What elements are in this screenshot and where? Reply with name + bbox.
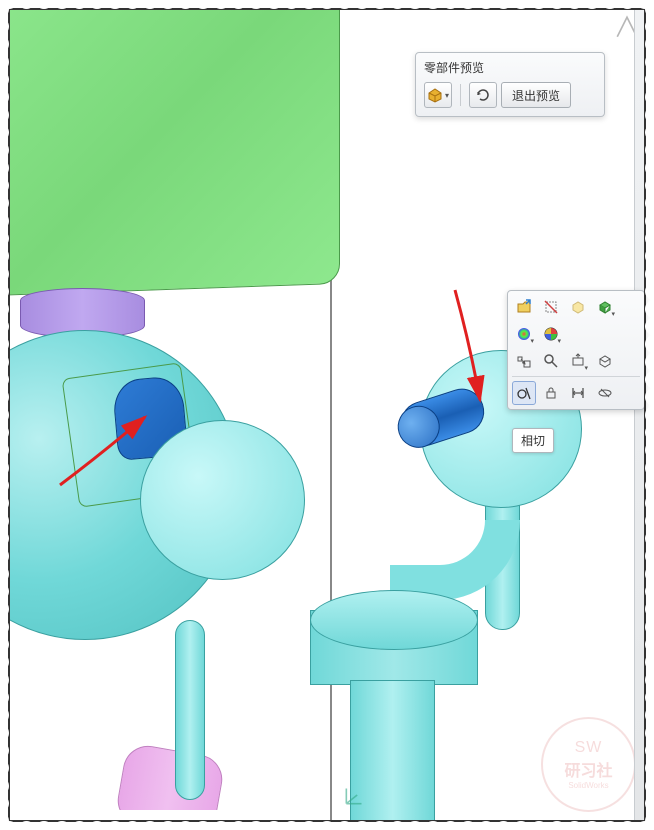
exit-preview-button[interactable]: 退出预览 xyxy=(501,82,571,108)
annotation-arrow-right xyxy=(415,285,515,418)
move-icon[interactable] xyxy=(512,349,536,373)
linear-mate-icon[interactable] xyxy=(593,381,617,405)
watermark-sw: SW xyxy=(575,739,603,757)
width-mate-icon[interactable] xyxy=(566,381,590,405)
watermark: SW 研习社 SolidWorks xyxy=(541,717,636,812)
lock-mate-icon[interactable] xyxy=(539,381,563,405)
refresh-button[interactable] xyxy=(469,82,497,108)
part-preview-panel: 零部件预览 退出预览 xyxy=(415,52,605,117)
open-part-icon[interactable] xyxy=(512,295,536,319)
hide-part-icon[interactable] xyxy=(539,295,563,319)
task-pane-strip[interactable] xyxy=(634,10,644,820)
normal-to-icon[interactable] xyxy=(566,349,590,373)
cyan-base-top xyxy=(310,590,478,650)
annotation-arrow-left xyxy=(50,405,170,498)
color-icon[interactable] xyxy=(539,322,563,346)
mate-tooltip: 相切 xyxy=(512,428,554,453)
cyan-pipe-left xyxy=(175,620,205,800)
watermark-cn: 研习社 xyxy=(564,757,612,781)
rotate-view-icon[interactable] xyxy=(593,349,617,373)
cad-viewport[interactable] xyxy=(10,10,644,820)
green-housing xyxy=(10,10,340,296)
isolate-icon[interactable] xyxy=(593,295,617,319)
tooltip-text: 相切 xyxy=(521,434,545,448)
separator xyxy=(460,84,461,106)
context-toolbar xyxy=(507,290,645,410)
preview-title: 零部件预览 xyxy=(424,59,596,76)
pink-pipe xyxy=(114,742,226,810)
watermark-en: SolidWorks xyxy=(568,781,608,790)
transparency-icon[interactable] xyxy=(566,295,590,319)
insert-part-button[interactable] xyxy=(424,82,452,108)
view-triad-icon[interactable] xyxy=(342,782,368,808)
tangent-mate-icon[interactable] xyxy=(512,381,536,405)
zoom-icon[interactable] xyxy=(539,349,563,373)
appearance-icon[interactable] xyxy=(512,322,536,346)
